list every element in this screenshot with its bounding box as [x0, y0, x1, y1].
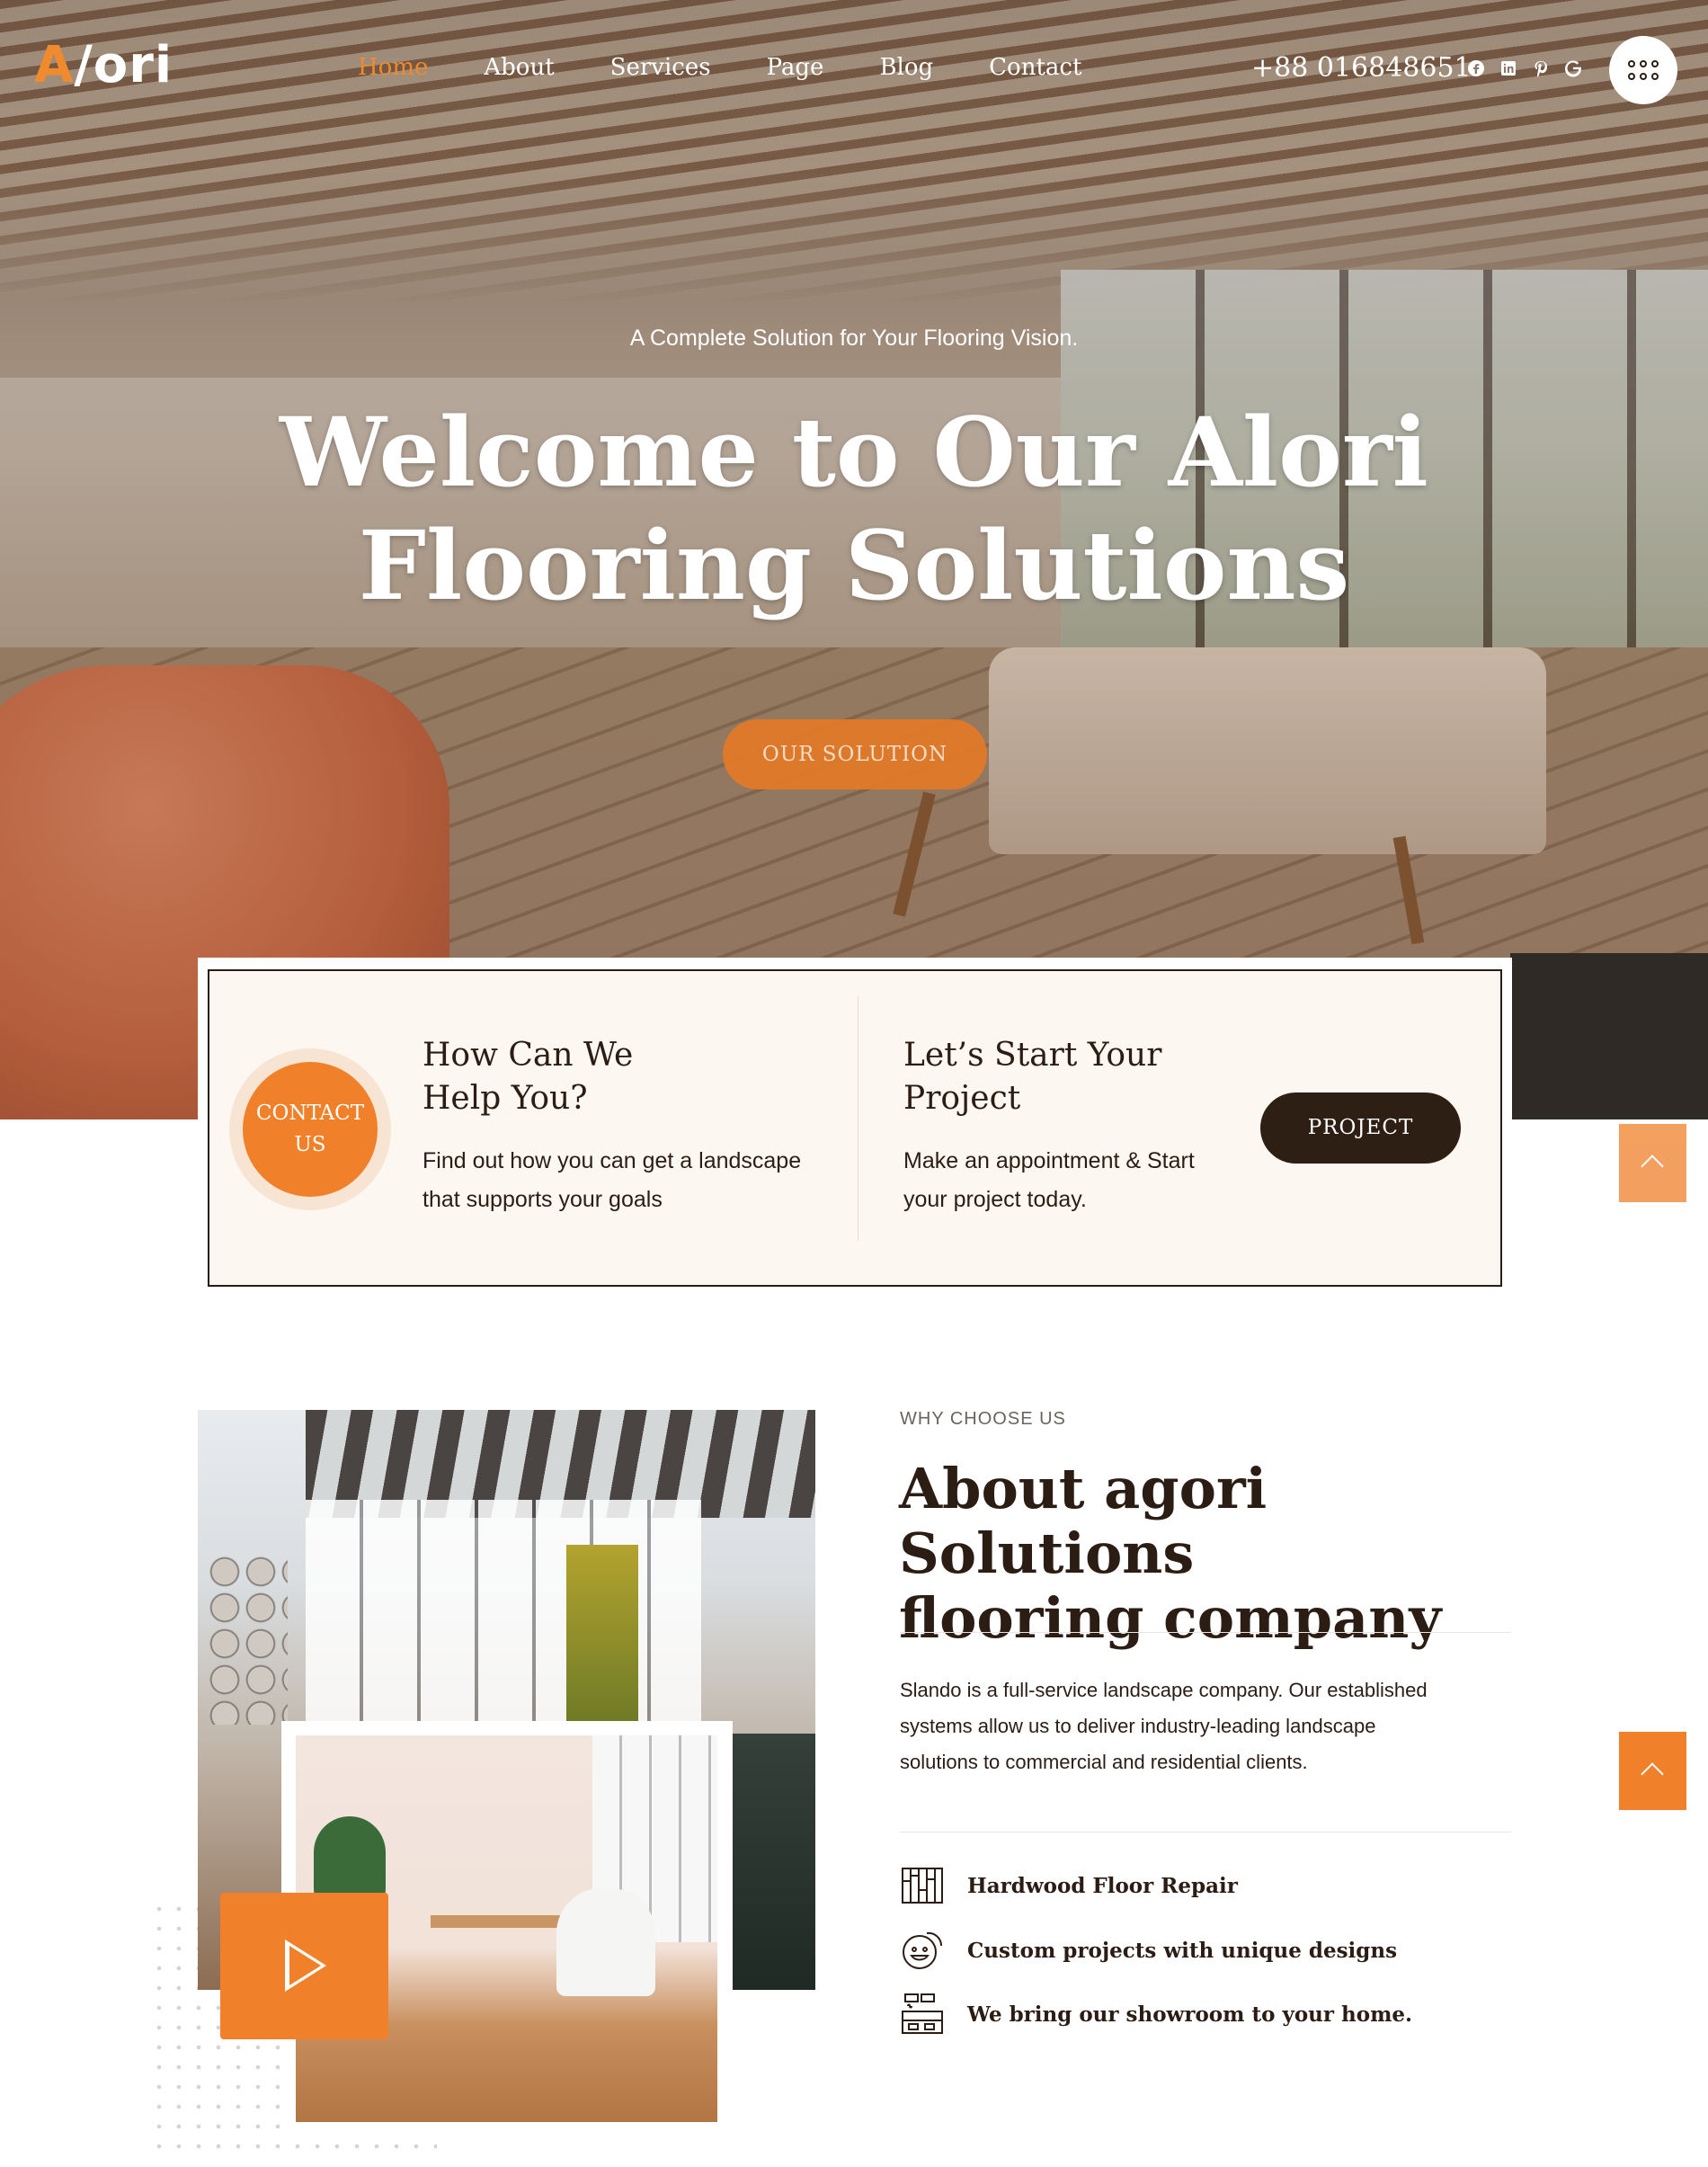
- feature-label: Hardwood Floor Repair: [967, 1874, 1238, 1898]
- feature-label: Custom projects with unique designs: [967, 1939, 1398, 1963]
- social-links: [1467, 59, 1582, 77]
- about-title-line1: About agori Solutions: [899, 1456, 1268, 1586]
- contact-us-button[interactable]: CONTACT US: [243, 1062, 378, 1197]
- hero-subtitle: A Complete Solution for Your Flooring Vi…: [629, 325, 1079, 351]
- about-text-line3: solutions to commercial and residential …: [900, 1751, 1308, 1773]
- nav-item-services[interactable]: Services: [610, 54, 711, 81]
- logo-accent-letter: A: [34, 36, 75, 94]
- help-text-line2: that supports your goals: [423, 1187, 663, 1212]
- logo-text: /ori: [74, 36, 173, 94]
- feature-label: We bring our showroom to your home.: [967, 2002, 1413, 2027]
- project-title-line1: Let’s Start Your: [903, 1037, 1162, 1074]
- section-eyebrow: WHY CHOOSE US: [900, 1409, 1066, 1429]
- contact-us-label-line1: CONTACT: [255, 1101, 365, 1125]
- project-title: Let’s Start Your Project: [903, 1034, 1161, 1120]
- project-title-line2: Project: [903, 1080, 1021, 1117]
- about-text-line2: systems allow us to deliver industry-lea…: [900, 1715, 1376, 1737]
- grid-dots-icon: [1628, 60, 1659, 80]
- site-logo[interactable]: A/ori: [34, 36, 173, 94]
- our-solution-button[interactable]: OUR SOLUTION: [723, 719, 987, 789]
- nav-item-home[interactable]: Home: [358, 54, 428, 81]
- about-title: About agori Solutions flooring company: [899, 1457, 1528, 1651]
- divider: [900, 1632, 1511, 1633]
- hero-title-line1: Welcome to Our Alori: [280, 396, 1428, 508]
- chevron-up-icon: [1641, 1155, 1664, 1178]
- project-text-line2: your project today.: [903, 1187, 1087, 1212]
- scroll-to-top-button[interactable]: [1619, 1732, 1686, 1810]
- about-text-line1: Slando is a full-service landscape compa…: [900, 1679, 1428, 1701]
- happy-face-icon: [900, 1928, 945, 1973]
- facebook-icon[interactable]: [1467, 59, 1485, 77]
- hero-title: Welcome to Our Alori Flooring Solutions: [0, 396, 1708, 622]
- divider: [900, 1832, 1511, 1833]
- help-text: Find out how you can get a landscape tha…: [423, 1142, 801, 1219]
- main-nav: Home About Services Page Blog Contact: [358, 54, 1137, 81]
- nav-item-page[interactable]: Page: [767, 54, 824, 81]
- header-phone[interactable]: +88 016848651: [1251, 52, 1472, 84]
- nav-item-contact[interactable]: Contact: [989, 54, 1081, 81]
- google-icon[interactable]: [1564, 59, 1582, 77]
- linkedin-icon[interactable]: [1499, 59, 1517, 77]
- about-description: Slando is a full-service landscape compa…: [900, 1672, 1484, 1780]
- showroom-icon: [900, 1992, 945, 2037]
- chevron-up-icon: [1641, 1762, 1664, 1786]
- scroll-to-top-button[interactable]: [1619, 1124, 1686, 1202]
- help-title: How Can We Help You?: [423, 1034, 633, 1120]
- nav-item-about[interactable]: About: [484, 54, 554, 81]
- help-title-line1: How Can We: [423, 1037, 634, 1074]
- project-button[interactable]: PROJECT: [1260, 1092, 1461, 1164]
- pinterest-icon[interactable]: [1532, 59, 1550, 77]
- about-title-line2: flooring company: [899, 1585, 1442, 1651]
- contact-us-label-line2: US: [294, 1133, 326, 1156]
- project-text: Make an appointment & Start your project…: [903, 1142, 1195, 1219]
- hardwood-floor-icon: [900, 1863, 945, 1908]
- hero-title-line2: Flooring Solutions: [358, 509, 1350, 621]
- help-title-line2: Help You?: [423, 1080, 588, 1117]
- nav-item-blog[interactable]: Blog: [879, 54, 933, 81]
- project-text-line1: Make an appointment & Start: [903, 1148, 1195, 1173]
- help-text-line1: Find out how you can get a landscape: [423, 1148, 802, 1173]
- menu-toggle-button[interactable]: [1609, 36, 1677, 104]
- video-play-button[interactable]: [220, 1893, 388, 2039]
